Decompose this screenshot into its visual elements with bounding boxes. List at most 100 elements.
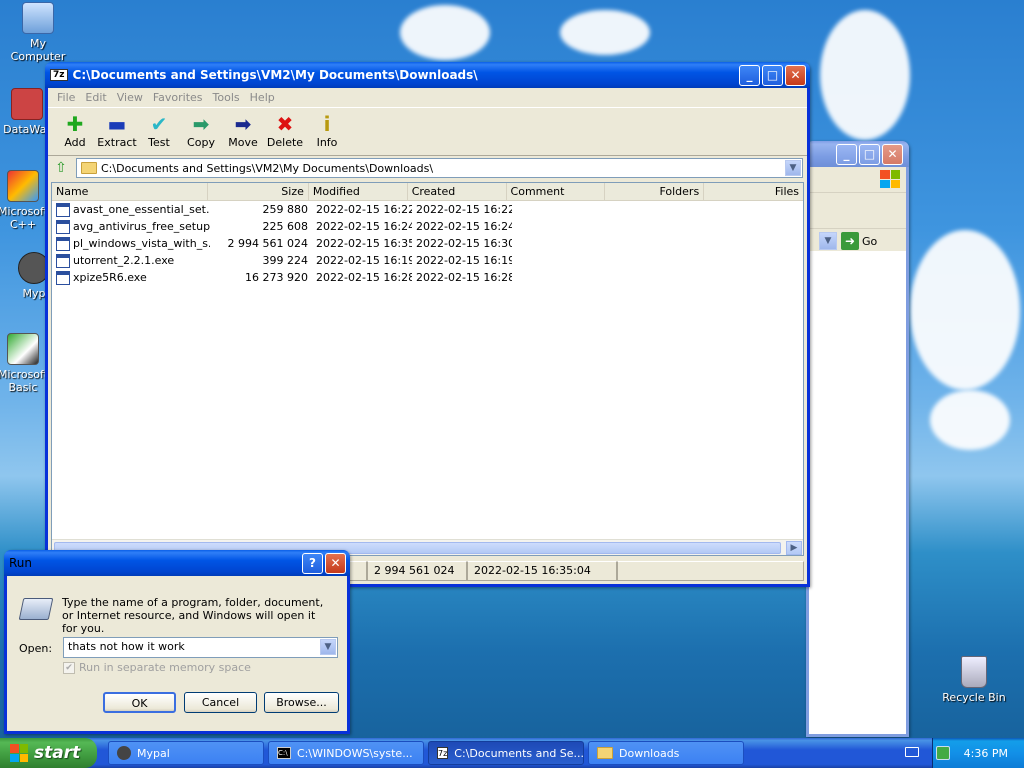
- windows-logo-icon: [880, 170, 900, 188]
- run-titlebar[interactable]: Run ? ✕: [4, 550, 350, 576]
- vb-icon: [7, 333, 39, 365]
- start-button[interactable]: start: [0, 738, 97, 768]
- close-button[interactable]: ✕: [882, 144, 903, 165]
- list-header: Name Size Modified Created Comment Folde…: [52, 183, 803, 201]
- datawar-icon: [11, 88, 43, 120]
- address-field[interactable]: C:\Documents and Settings\VM2\My Documen…: [76, 158, 803, 178]
- menu-view[interactable]: View: [112, 91, 148, 104]
- menu-file[interactable]: File: [52, 91, 80, 104]
- network-icon[interactable]: [935, 746, 950, 760]
- col-comment[interactable]: Comment: [507, 183, 606, 200]
- windows-flag-icon: [10, 744, 28, 762]
- help-button[interactable]: ?: [302, 553, 323, 574]
- cell-created: 2022-02-15 16:19: [416, 254, 512, 267]
- scroll-right-arrow-icon[interactable]: ▶: [786, 541, 802, 555]
- menu-bar: File Edit View Favorites Tools Help: [48, 88, 807, 108]
- downloads-titlebar[interactable]: _ □ ✕: [806, 141, 909, 167]
- exe-file-icon: [56, 219, 70, 234]
- open-input[interactable]: thats not how it work ▼: [63, 637, 338, 658]
- folder-icon: [597, 747, 613, 759]
- add-button[interactable]: ✚ Add: [54, 112, 96, 149]
- table-row[interactable]: xpize5R6.exe 16 273 920 2022-02-15 16:28…: [52, 269, 803, 286]
- desktop-icon-recycle-bin[interactable]: Recycle Bin: [939, 656, 1009, 704]
- window-title: C:\Documents and Settings\VM2\My Documen…: [72, 68, 478, 82]
- cell-modified: 2022-02-15 16:28: [316, 271, 412, 284]
- dialog-title: Run: [9, 556, 33, 570]
- task-mypal[interactable]: Mypal: [108, 741, 264, 765]
- keyboard-icon[interactable]: [905, 747, 919, 757]
- chevron-down-icon[interactable]: ▼: [320, 639, 336, 655]
- run-dialog[interactable]: Run ? ✕ Type the name of a program, fold…: [4, 550, 350, 734]
- cmd-icon: C:\: [277, 747, 291, 759]
- delete-button[interactable]: ✖ Delete: [264, 112, 306, 149]
- toolbar: ✚ Add ▬ Extract ✔ Test ➡ Copy ➡ Move ✖ Delete …: [48, 108, 807, 156]
- status-filler: [617, 561, 804, 581]
- sevenzip-window[interactable]: 7z C:\Documents and Settings\VM2\My Docu…: [45, 62, 810, 587]
- col-size[interactable]: Size: [208, 183, 309, 200]
- ok-button[interactable]: OK: [103, 692, 176, 713]
- menu-tools[interactable]: Tools: [208, 91, 245, 104]
- file-list[interactable]: Name Size Modified Created Comment Folde…: [51, 182, 804, 556]
- col-modified[interactable]: Modified: [309, 183, 408, 200]
- test-button[interactable]: ✔ Test: [138, 112, 180, 149]
- task-downloads[interactable]: Downloads: [588, 741, 744, 765]
- taskbar: start Mypal C:\ C:\WINDOWS\syste... 7z C…: [0, 738, 1024, 768]
- col-files[interactable]: Files: [704, 183, 803, 200]
- minimize-button[interactable]: _: [739, 65, 760, 86]
- up-folder-icon[interactable]: ⇧: [52, 159, 70, 177]
- separate-memory-checkbox[interactable]: ✔ Run in separate memory space: [63, 661, 251, 674]
- extract-button[interactable]: ▬ Extract: [96, 112, 138, 149]
- address-dropdown[interactable]: ▼: [819, 232, 837, 250]
- menu-edit[interactable]: Edit: [80, 91, 111, 104]
- copy-arrow-icon: ➡: [192, 112, 210, 136]
- open-input-text: thats not how it work: [68, 640, 185, 653]
- move-button[interactable]: ➡ Move: [222, 112, 264, 149]
- maximize-button[interactable]: □: [859, 144, 880, 165]
- col-name[interactable]: Name: [52, 183, 209, 200]
- cell-created: 2022-02-15 16:28: [416, 271, 512, 284]
- desktop-icon-label: DataWar: [3, 123, 51, 136]
- maximize-button[interactable]: □: [762, 65, 783, 86]
- table-row[interactable]: avast_one_essential_set... 259 880 2022-…: [52, 201, 803, 218]
- exe-file-icon: [56, 202, 70, 217]
- task-cmd[interactable]: C:\ C:\WINDOWS\syste...: [268, 741, 424, 765]
- minimize-button[interactable]: _: [836, 144, 857, 165]
- desktop-icon-label: Recycle Bin: [942, 691, 1006, 704]
- browse-button[interactable]: Browse...: [264, 692, 339, 713]
- menu-help[interactable]: Help: [245, 91, 280, 104]
- close-button[interactable]: ✕: [325, 553, 346, 574]
- col-created[interactable]: Created: [408, 183, 507, 200]
- col-folders[interactable]: Folders: [605, 183, 705, 200]
- downloads-window[interactable]: _ □ ✕ ▼ ➜ Go: [806, 141, 909, 737]
- cell-size: 259 880: [262, 203, 309, 216]
- run-description: Type the name of a program, folder, docu…: [62, 596, 324, 635]
- menu-favorites[interactable]: Favorites: [148, 91, 208, 104]
- cancel-button[interactable]: Cancel: [184, 692, 257, 713]
- go-button[interactable]: ➜ Go: [841, 232, 877, 250]
- close-button[interactable]: ✕: [785, 65, 806, 86]
- sevenzip-titlebar[interactable]: 7z C:\Documents and Settings\VM2\My Docu…: [45, 62, 810, 88]
- desktop-icon-my-computer[interactable]: My Computer: [3, 2, 73, 63]
- copy-button[interactable]: ➡ Copy: [180, 112, 222, 149]
- desktop-icon-label: Myp: [22, 287, 46, 300]
- mypal-icon: [117, 746, 131, 760]
- table-row[interactable]: avg_antivirus_free_setup... 225 608 2022…: [52, 218, 803, 235]
- run-app-icon: [18, 598, 54, 620]
- minus-icon: ▬: [107, 112, 127, 136]
- address-text: C:\Documents and Settings\VM2\My Documen…: [101, 161, 434, 175]
- plus-icon: ✚: [66, 112, 84, 136]
- info-button[interactable]: i Info: [306, 112, 348, 149]
- check-icon: ✔: [150, 112, 168, 136]
- task-7zip[interactable]: 7z C:\Documents and Se...: [428, 741, 584, 765]
- cell-modified: 2022-02-15 16:19: [316, 254, 412, 267]
- cell-size: 225 608: [262, 220, 309, 233]
- status-modified: 2022-02-15 16:35:04: [467, 561, 617, 581]
- cell-created: 2022-02-15 16:30: [416, 237, 512, 250]
- table-row[interactable]: pl_windows_vista_with_s... 2 994 561 024…: [52, 235, 803, 252]
- cell-created: 2022-02-15 16:24: [416, 220, 512, 233]
- sevenzip-icon: 7z: [437, 747, 449, 759]
- info-icon: i: [323, 112, 331, 136]
- clock[interactable]: 4:36 PM: [964, 747, 1008, 760]
- table-row[interactable]: utorrent_2.2.1.exe 399 224 2022-02-15 16…: [52, 252, 803, 269]
- chevron-down-icon[interactable]: ▼: [785, 160, 801, 176]
